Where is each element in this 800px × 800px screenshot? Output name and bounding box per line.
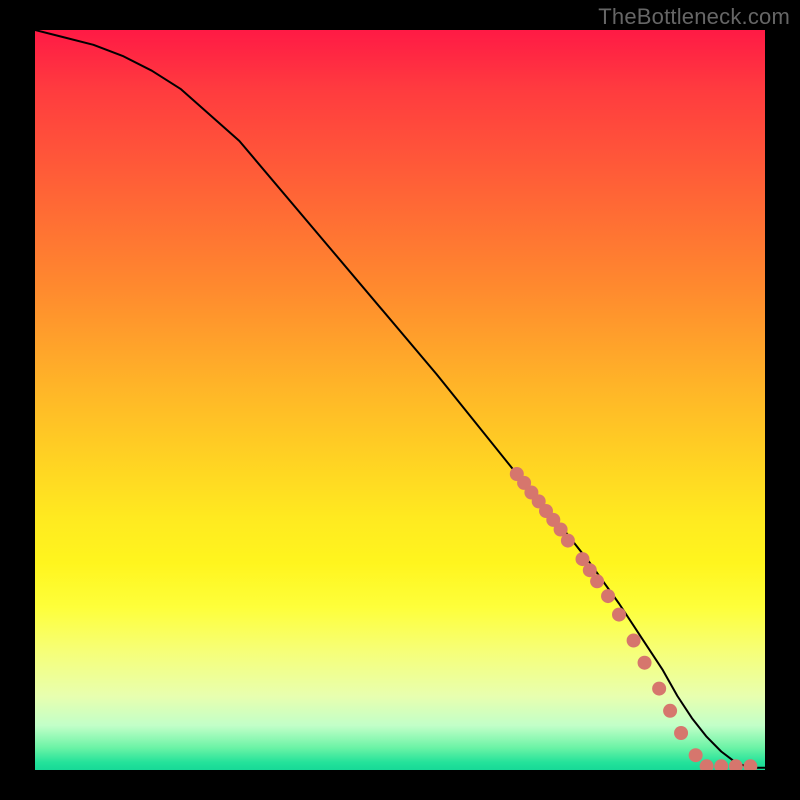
plot-area (35, 30, 765, 770)
chart-overlay (35, 30, 765, 770)
data-point (638, 656, 652, 670)
data-point (601, 589, 615, 603)
data-point (674, 726, 688, 740)
data-point (714, 759, 728, 770)
chart-frame: TheBottleneck.com (0, 0, 800, 800)
data-point (612, 608, 626, 622)
watermark-text: TheBottleneck.com (598, 4, 790, 30)
data-point (663, 704, 677, 718)
data-point (561, 534, 575, 548)
data-point (700, 759, 714, 770)
data-point (743, 759, 757, 770)
bottleneck-curve (35, 30, 765, 768)
data-point (652, 682, 666, 696)
data-point (729, 759, 743, 770)
data-point (689, 748, 703, 762)
curve-line (35, 30, 765, 768)
curve-markers (510, 467, 758, 770)
data-point (627, 634, 641, 648)
data-point (590, 574, 604, 588)
